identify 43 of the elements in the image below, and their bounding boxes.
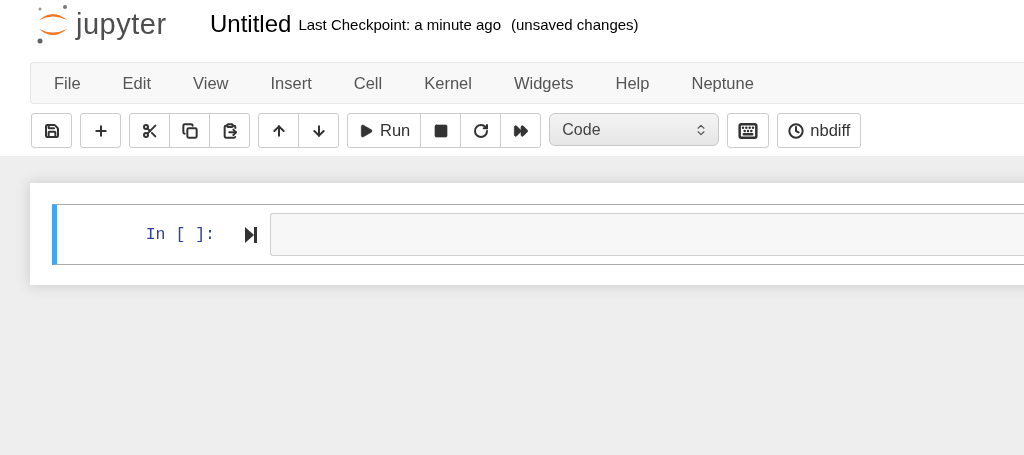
run-all-button[interactable] [500, 113, 542, 148]
nbdiff-button[interactable]: nbdiff [777, 113, 862, 148]
clock-icon [788, 122, 805, 139]
menu-item[interactable]: Help [594, 73, 671, 93]
cut-button[interactable] [129, 113, 170, 148]
plus-icon [92, 122, 109, 139]
paste-button[interactable] [209, 113, 250, 148]
menu-item[interactable]: Cell [332, 73, 404, 93]
add-cell-button[interactable] [80, 113, 121, 148]
code-cell[interactable]: In [ ]: [52, 204, 1024, 265]
logo-text: jupyter [76, 7, 167, 41]
menu-item[interactable]: Insert [249, 73, 333, 93]
run-cell-icon[interactable] [245, 226, 258, 243]
fast-forward-icon [512, 122, 529, 139]
restart-icon [472, 122, 489, 139]
menu-item[interactable]: File [33, 73, 102, 93]
stop-button[interactable] [420, 113, 462, 148]
restart-button[interactable] [460, 113, 502, 148]
code-input[interactable] [270, 213, 1024, 256]
autosave-status: (unsaved changes) [511, 15, 639, 33]
menu-item[interactable]: View [172, 73, 250, 93]
square-icon [432, 122, 449, 139]
run-button[interactable]: Run [347, 113, 422, 148]
menu-item[interactable]: Edit [101, 73, 173, 93]
scissors-icon [141, 122, 158, 139]
input-prompt: In [ ]: [144, 225, 215, 244]
jupyter-logo-icon [36, 4, 70, 44]
menu-item[interactable]: Kernel [403, 73, 493, 93]
keyboard-icon [738, 120, 759, 141]
checkpoint-text: Last Checkpoint: a minute ago [298, 15, 501, 33]
copy-icon [181, 122, 198, 139]
menu-item[interactable]: Widgets [492, 73, 595, 93]
move-up-button[interactable] [258, 113, 299, 148]
save-button[interactable] [31, 113, 72, 148]
menu-item[interactable]: Neptune [670, 73, 775, 93]
play-icon [358, 122, 374, 139]
notebook-name[interactable]: Untitled [210, 10, 292, 38]
copy-button[interactable] [169, 113, 210, 148]
clipboard-icon [221, 122, 238, 139]
cell-type-select[interactable]: Code [549, 113, 720, 146]
keyboard-button[interactable] [727, 113, 770, 148]
move-down-button[interactable] [298, 113, 339, 148]
save-icon [43, 122, 60, 139]
